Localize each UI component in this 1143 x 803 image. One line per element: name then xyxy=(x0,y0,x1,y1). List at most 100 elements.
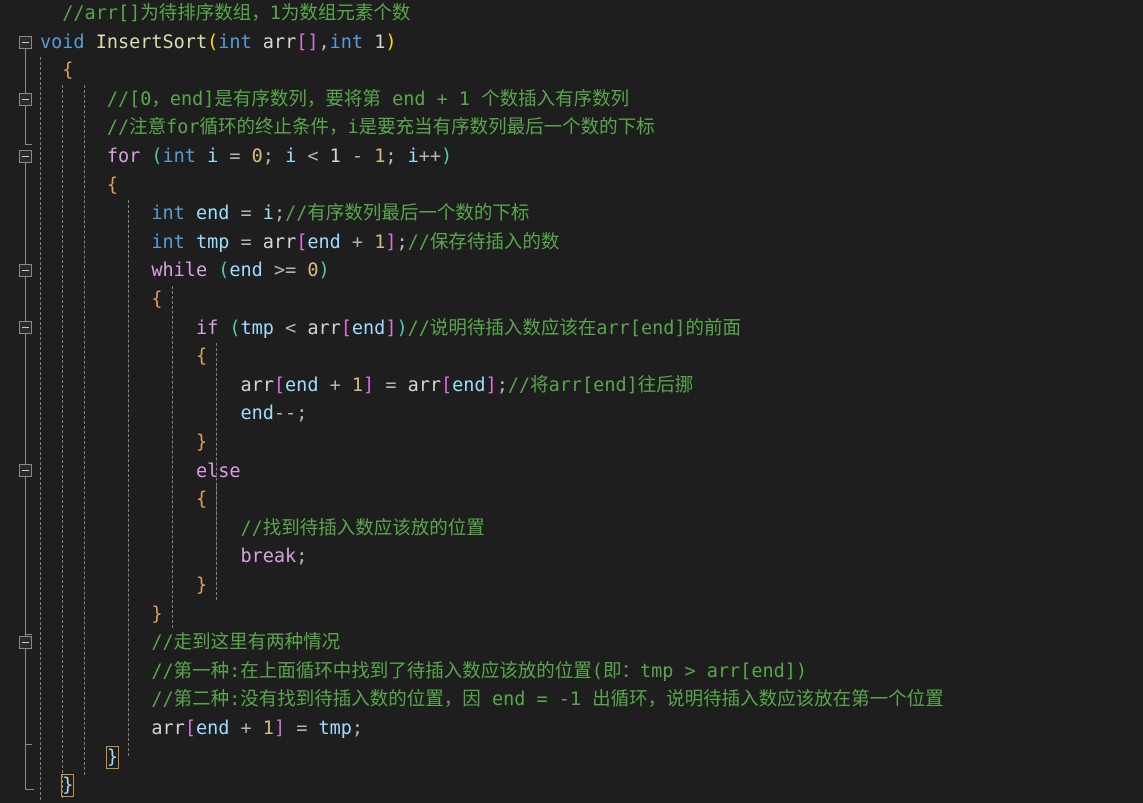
code-line[interactable]: //arr[]为待排序数组，1为数组元素个数 xyxy=(40,0,410,29)
code-token-brk: [ xyxy=(184,718,196,739)
code-line[interactable]: //第一种:在上面循环中找到了待插入数应该放的位置(即：tmp > arr[en… xyxy=(40,658,807,687)
code-token-par: ) xyxy=(385,31,397,53)
code-token-kw: break xyxy=(240,546,297,568)
code-line[interactable]: } xyxy=(40,744,119,773)
code-editor[interactable]: //arr[]为待排序数组，1为数组元素个数 void InsertSort(in… xyxy=(0,0,1143,803)
code-line[interactable]: if (tmp < arr[end])//说明待插入数应该在arr[end]的前… xyxy=(40,315,741,344)
code-line[interactable]: void InsertSort(int arr[],int 1) xyxy=(40,29,396,58)
code-token-fn: InsertSort xyxy=(95,31,208,53)
code-token-id: tmp xyxy=(195,231,230,253)
code-line[interactable]: arr[end + 1] = tmp; xyxy=(40,715,363,744)
code-line[interactable]: //[0，end]是有序数列，要将第 end + 1 个数插入有序数列 xyxy=(40,86,629,115)
code-token-id: end xyxy=(307,231,341,253)
code-line[interactable]: for (int i = 0; i < 1 - 1; i++) xyxy=(40,143,452,172)
code-line[interactable]: } xyxy=(40,429,207,458)
code-token-brk: ] xyxy=(363,374,375,396)
code-token-op: ++ xyxy=(418,146,442,167)
code-line[interactable]: int tmp = arr[end + 1];//保存待插入的数 xyxy=(40,229,559,258)
code-line[interactable]: } xyxy=(40,772,75,801)
code-token-brk: [ xyxy=(340,317,352,339)
code-token-brc: { xyxy=(106,174,118,196)
code-token-numy: 1 xyxy=(351,374,364,396)
code-token-pl: 1 xyxy=(329,146,341,167)
code-line[interactable]: //找到待插入数应该放的位置 xyxy=(40,515,484,544)
code-line[interactable]: else xyxy=(40,458,241,487)
code-token-brk: ] xyxy=(485,374,497,396)
code-token-op: = xyxy=(296,718,308,739)
code-token-id: end xyxy=(452,374,486,396)
code-line[interactable]: { xyxy=(40,343,207,372)
code-token-cm: //[0，end]是有序数列，要将第 end + 1 个数插入有序数列 xyxy=(106,88,630,110)
code-line[interactable]: int end = i;//有序数列最后一个数的下标 xyxy=(40,200,529,229)
code-token-cm: //保存待插入的数 xyxy=(407,231,560,253)
code-token-op: + xyxy=(240,718,252,739)
code-line[interactable]: //第二种:没有找到待插入数的位置，因 end = -1 出循环，说明待插入数应… xyxy=(40,686,943,715)
code-token-cm: //将arr[end]往后挪 xyxy=(507,374,694,396)
code-line[interactable]: while (end >= 0) xyxy=(40,257,329,286)
code-token-id: end xyxy=(285,374,319,396)
code-token-id: end xyxy=(195,718,230,739)
code-token-pl: arr xyxy=(262,31,297,53)
code-line[interactable]: //走到这里有两种情况 xyxy=(40,629,340,658)
code-token-op: = xyxy=(385,374,397,396)
code-line[interactable]: { xyxy=(40,57,73,86)
code-line[interactable]: { xyxy=(40,486,207,515)
code-token-op: = xyxy=(240,231,252,253)
code-token-kw: for xyxy=(106,146,141,167)
code-token-kw: while xyxy=(151,260,208,282)
code-line[interactable]: { xyxy=(40,286,162,315)
code-token-numy: 0 xyxy=(307,260,319,282)
code-token-brcb: ( xyxy=(218,260,230,282)
code-token-id: i xyxy=(285,146,297,167)
code-token-numy: 1 xyxy=(374,231,386,253)
code-line[interactable]: end--; xyxy=(40,400,307,429)
code-line[interactable]: arr[end + 1] = arr[end];//将arr[end]往后挪 xyxy=(40,372,693,401)
code-token-op: + xyxy=(329,374,341,396)
code-text-area[interactable]: //arr[]为待排序数组，1为数组元素个数 void InsertSort(in… xyxy=(0,0,1143,803)
code-line[interactable]: { xyxy=(40,172,118,201)
code-token-brk: [ xyxy=(273,374,286,396)
code-token-ty: void xyxy=(40,31,85,53)
code-token-op: -- xyxy=(273,403,297,425)
code-token-op: + xyxy=(351,231,364,253)
code-token-brk: [ xyxy=(441,374,453,396)
code-token-op: ; xyxy=(396,231,408,253)
code-line[interactable]: break; xyxy=(40,543,307,572)
code-token-cm: //走到这里有两种情况 xyxy=(151,632,341,654)
code-token-op: = xyxy=(240,203,252,225)
code-token-brc: { xyxy=(195,346,208,368)
code-token-par: ( xyxy=(207,31,219,53)
code-token-brc: { xyxy=(195,489,208,511)
code-token-op: = xyxy=(229,146,241,167)
code-line[interactable]: } xyxy=(40,572,207,601)
code-line[interactable]: //注意for循环的终止条件，i是要充当有序数列最后一个数的下标 xyxy=(40,114,655,143)
code-line[interactable]: } xyxy=(40,601,162,630)
code-token-brk: ] xyxy=(273,718,286,739)
